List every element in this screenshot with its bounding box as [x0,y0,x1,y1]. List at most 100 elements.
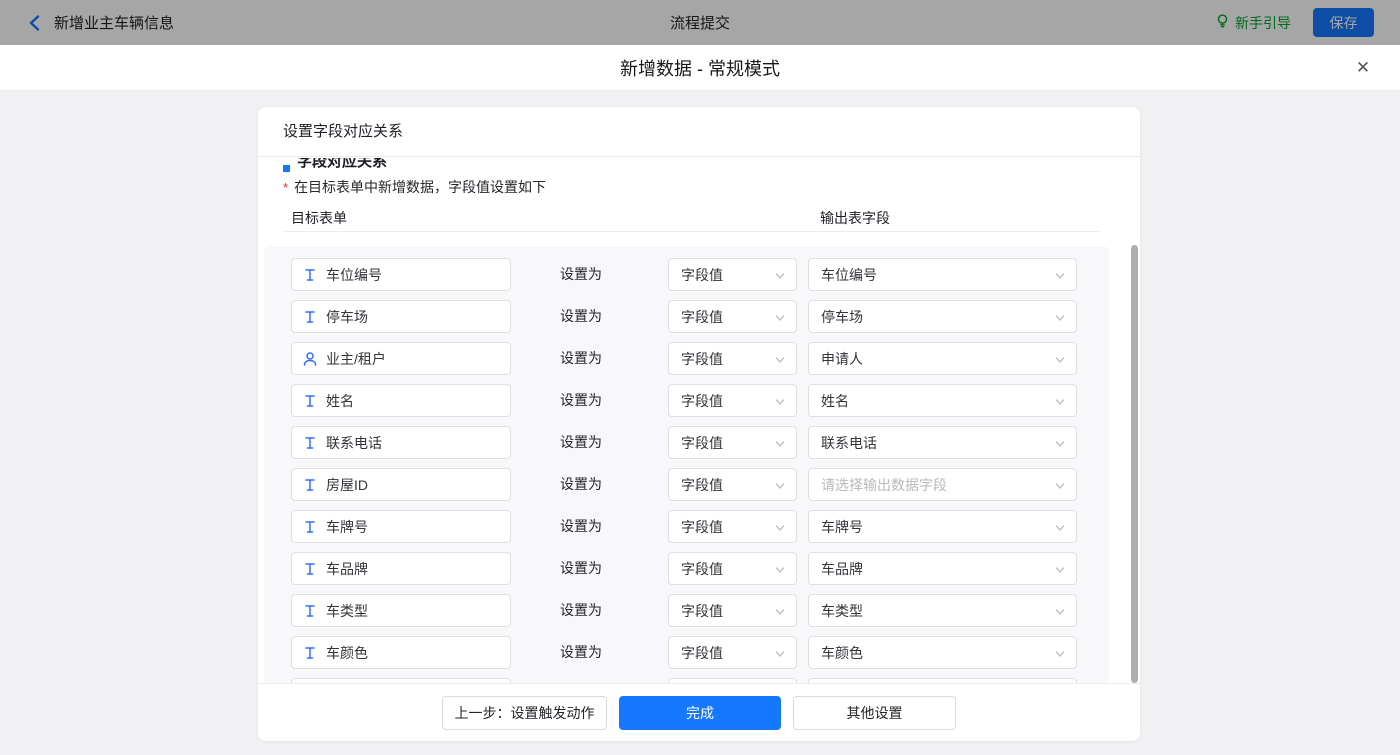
set-as-label: 设置为 [560,300,602,333]
chevron-down-icon [1054,353,1066,365]
value-mode-select[interactable]: 字段值 [668,594,797,627]
target-field-input[interactable]: 姓名 [291,384,511,417]
set-as-label: 设置为 [560,594,602,627]
modal-header: 新增数据 - 常规模式 ✕ [0,45,1400,91]
field-mapping-row: 房屋ID 设置为 字段值 请选择输出数据字段 [264,468,1109,501]
rows-container: 车位编号 设置为 字段值 车位编号 停车场 设置为 字段值 [264,246,1109,683]
chevron-down-icon [774,647,786,659]
value-mode-select[interactable]: 字段值 [668,468,797,501]
instruction-text: *在目标表单中新增数据，字段值设置如下 [283,177,546,197]
column-divider [283,231,1100,232]
value-mode-select[interactable]: 字段值 [668,426,797,459]
field-mapping-card: 设置字段对应关系 字段对应关系 *在目标表单中新增数据，字段值设置如下 目标表单… [258,107,1140,741]
set-as-label: 设置为 [560,552,602,585]
text-field-icon [302,561,318,577]
output-field-select[interactable]: 车颜色 [808,636,1077,669]
section-bullet [283,165,290,172]
beginner-guide-link[interactable]: 新手引导 [1215,13,1291,33]
field-mapping-row: 车类型 设置为 字段值 车类型 [264,594,1109,627]
text-field-icon [302,477,318,493]
chevron-down-icon [1054,269,1066,281]
chevron-down-icon [1054,437,1066,449]
chevron-down-icon [774,521,786,533]
value-mode-select[interactable]: 字段值 [668,384,797,417]
chevron-down-icon [774,353,786,365]
target-field-input[interactable]: 车品牌 [291,552,511,585]
text-field-icon [302,603,318,619]
target-field-input[interactable]: 车颜色 [291,636,511,669]
output-field-select[interactable]: 申请人 [808,342,1077,375]
chevron-down-icon [1054,647,1066,659]
clipped-section-heading: 字段对应关系 [283,158,543,172]
vertical-scrollbar-thumb[interactable] [1131,245,1138,683]
save-button[interactable]: 保存 [1313,8,1374,37]
set-as-label: 设置为 [560,510,602,543]
column-header-output-fields: 输出表字段 [820,208,890,228]
text-field-icon [302,645,318,661]
output-field-select[interactable]: 车类型 [808,594,1077,627]
text-field-icon [302,267,318,283]
chevron-down-icon [774,395,786,407]
chevron-down-icon [774,563,786,575]
chevron-down-icon [1054,311,1066,323]
target-field-input[interactable]: 车位编号 [291,258,511,291]
prev-step-button[interactable]: 上一步：设置触发动作 [442,696,607,730]
text-field-icon [302,435,318,451]
modal-title: 新增数据 - 常规模式 [0,45,1400,91]
field-mapping-row: 车品牌 设置为 字段值 车品牌 [264,552,1109,585]
output-field-select[interactable]: 停车场 [808,300,1077,333]
value-mode-select[interactable]: 字段值 [668,552,797,585]
target-field-input[interactable]: 业主/租户 [291,342,511,375]
text-field-icon [302,393,318,409]
top-bar: 新增业主车辆信息 流程提交 新手引导 保存 [0,0,1400,45]
chevron-down-icon [1054,479,1066,491]
field-mapping-row: 车颜色 设置为 字段值 车颜色 [264,636,1109,669]
node-title: 流程提交 [0,12,1400,33]
guide-label: 新手引导 [1235,13,1291,33]
done-button[interactable]: 完成 [619,696,781,730]
chevron-down-icon [1054,395,1066,407]
set-as-label: 设置为 [560,342,602,375]
text-field-icon [302,309,318,325]
chevron-down-icon [774,269,786,281]
set-as-label: 设置为 [560,384,602,417]
target-field-input[interactable]: 联系电话 [291,426,511,459]
chevron-down-icon [774,479,786,491]
field-mapping-row: 车牌号 设置为 字段值 车牌号 [264,510,1109,543]
output-field-select[interactable]: 姓名 [808,384,1077,417]
chevron-down-icon [774,437,786,449]
set-as-label: 设置为 [560,468,602,501]
output-field-select[interactable]: 请选择输出数据字段 [808,468,1077,501]
card-title: 设置字段对应关系 [258,107,1140,157]
value-mode-select[interactable]: 字段值 [668,258,797,291]
field-mapping-row: 姓名 设置为 字段值 姓名 [264,384,1109,417]
close-icon[interactable]: ✕ [1352,57,1374,79]
value-mode-select[interactable]: 字段值 [668,342,797,375]
lightbulb-icon [1215,13,1230,33]
target-field-input[interactable]: 停车场 [291,300,511,333]
output-field-select[interactable]: 车品牌 [808,552,1077,585]
value-mode-select[interactable]: 字段值 [668,510,797,543]
chevron-down-icon [1054,563,1066,575]
required-asterisk: * [283,180,288,195]
card-footer: 上一步：设置触发动作 完成 其他设置 [258,683,1140,741]
value-mode-select[interactable]: 字段值 [668,636,797,669]
output-field-select[interactable]: 车牌号 [808,510,1077,543]
column-header-target-form: 目标表单 [291,208,347,228]
target-field-input[interactable]: 车牌号 [291,510,511,543]
output-field-select[interactable]: 车位编号 [808,258,1077,291]
output-field-select[interactable]: 联系电话 [808,426,1077,459]
other-settings-button[interactable]: 其他设置 [793,696,956,730]
field-mapping-row: 联系电话 设置为 字段值 联系电话 [264,426,1109,459]
set-as-label: 设置为 [560,426,602,459]
text-field-icon [302,519,318,535]
set-as-label: 设置为 [560,636,602,669]
chevron-down-icon [774,311,786,323]
chevron-down-icon [1054,605,1066,617]
target-field-input[interactable]: 房屋ID [291,468,511,501]
scrollable-content[interactable]: 字段对应关系 *在目标表单中新增数据，字段值设置如下 目标表单 输出表字段 车位… [258,158,1140,683]
target-field-input[interactable]: 车类型 [291,594,511,627]
value-mode-select[interactable]: 字段值 [668,300,797,333]
member-field-icon [302,351,318,367]
field-mapping-row: 车位编号 设置为 字段值 车位编号 [264,258,1109,291]
